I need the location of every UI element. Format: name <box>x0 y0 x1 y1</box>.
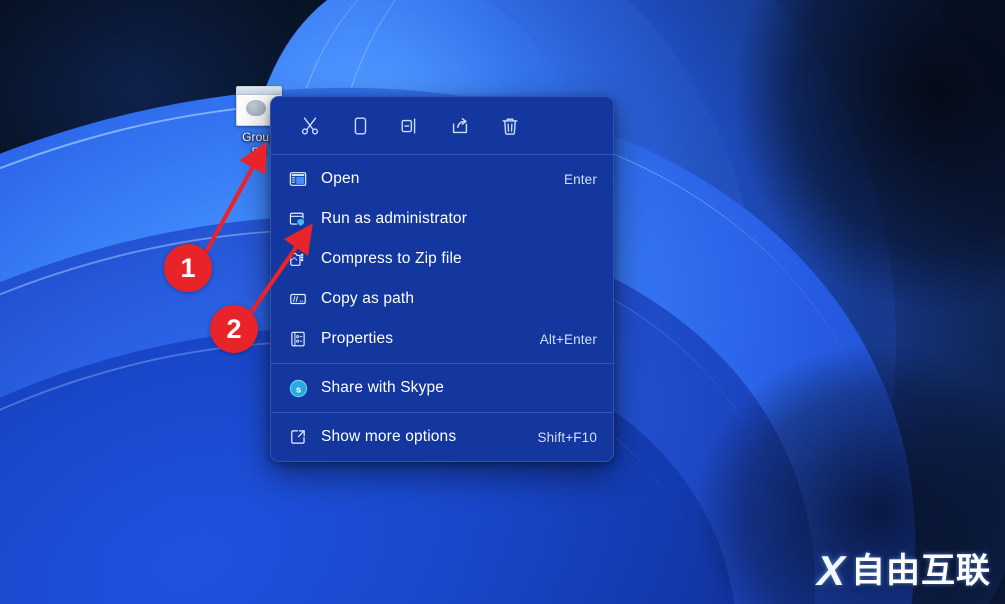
menu-item-share-with-skype[interactable]: s Share with Skype <box>271 368 613 408</box>
copy-path-icon <box>288 289 308 309</box>
menu-item-show-more-options-label: Show more options <box>321 428 457 446</box>
skype-icon: s <box>288 378 308 398</box>
menu-item-open-label: Open <box>321 170 360 188</box>
cut-button[interactable] <box>285 105 335 147</box>
rename-button[interactable] <box>385 105 435 147</box>
menu-item-run-as-administrator[interactable]: Run as administrator <box>271 199 613 239</box>
step-badge-1: 1 <box>164 244 212 292</box>
shield-window-icon <box>288 209 308 229</box>
delete-button[interactable] <box>485 105 535 147</box>
menu-item-open-accel: Enter <box>563 171 597 187</box>
watermark-text: 自由互联 <box>851 551 991 591</box>
open-window-icon <box>288 169 308 189</box>
menu-group-primary: Open Enter Run as administrator Compress… <box>271 155 613 363</box>
menu-item-compress-to-zip-file[interactable]: Compress to Zip file <box>271 239 613 279</box>
menu-item-open[interactable]: Open Enter <box>271 159 613 199</box>
menu-item-run-as-administrator-label: Run as administrator <box>321 210 468 228</box>
menu-item-properties-label: Properties <box>321 330 394 348</box>
menu-group-more: Show more options Shift+F10 <box>271 413 613 461</box>
rename-icon <box>399 115 421 137</box>
menu-item-copy-as-path[interactable]: Copy as path <box>271 279 613 319</box>
context-menu-toolbar <box>271 97 613 154</box>
menu-group-apps: s Share with Skype <box>271 364 613 412</box>
zip-folder-icon <box>288 249 308 269</box>
desktop-screen: Group Ed Open Enter Run as administrator… <box>0 0 1005 604</box>
watermark-logo-x: X <box>816 547 845 594</box>
copy-button[interactable] <box>335 105 385 147</box>
watermark: X 自由互联 <box>817 550 991 592</box>
menu-item-compress-to-zip-file-label: Compress to Zip file <box>321 250 462 268</box>
step-badge-2: 2 <box>210 305 258 353</box>
more-options-icon <box>288 427 308 447</box>
menu-item-show-more-options-accel: Shift+F10 <box>537 429 597 445</box>
share-button[interactable] <box>435 105 485 147</box>
properties-icon <box>288 329 308 349</box>
menu-item-copy-as-path-label: Copy as path <box>321 290 415 308</box>
scissors-icon <box>299 115 321 137</box>
context-menu: Open Enter Run as administrator Compress… <box>270 96 614 462</box>
wallpaper-vignette-right <box>625 0 1005 400</box>
copy-icon <box>349 115 371 137</box>
menu-item-properties[interactable]: Properties Alt+Enter <box>271 319 613 359</box>
svg-text:s: s <box>295 384 300 395</box>
menu-item-share-with-skype-label: Share with Skype <box>321 379 445 397</box>
trash-icon <box>499 115 521 137</box>
menu-item-properties-accel: Alt+Enter <box>539 331 597 347</box>
menu-item-show-more-options[interactable]: Show more options Shift+F10 <box>271 417 613 457</box>
share-icon <box>449 115 471 137</box>
